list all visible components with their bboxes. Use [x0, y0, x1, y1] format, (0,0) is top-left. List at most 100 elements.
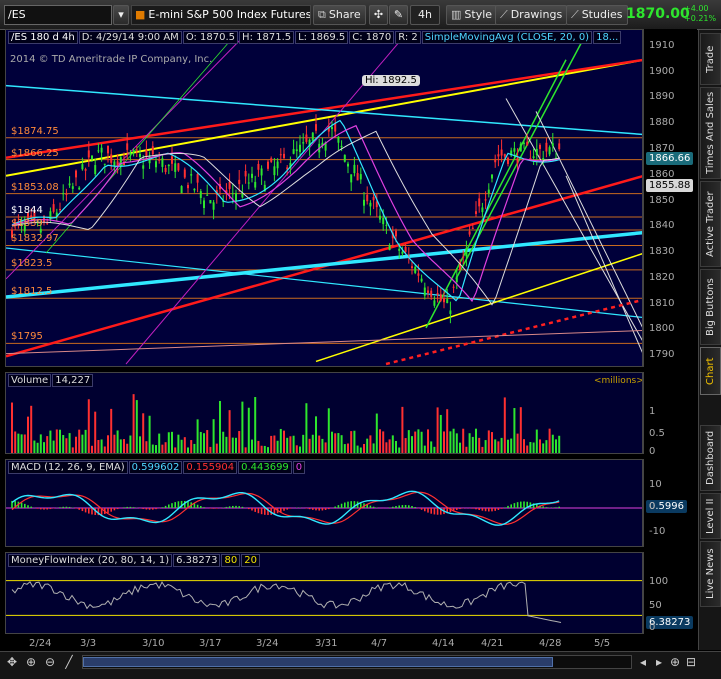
macd-histogram-bar: [376, 507, 378, 508]
scroll-right-icon[interactable]: ▸: [652, 655, 666, 669]
horizontal-scrollbar[interactable]: [82, 655, 632, 669]
volume-bar: [465, 446, 468, 453]
volume-bar: [395, 440, 397, 453]
tab-big-buttons[interactable]: Big Buttons: [700, 269, 721, 345]
drawings-button[interactable]: ⟋ Drawings: [495, 5, 568, 25]
candle-body: [190, 174, 193, 176]
volume-bar: [331, 431, 333, 453]
macd-histogram-bar: [30, 506, 32, 508]
tab-active-trader[interactable]: Active Trader: [700, 181, 721, 267]
tab-dashboard[interactable]: Dashboard: [700, 425, 721, 491]
mfi-pane[interactable]: MoneyFlowIndex (20, 80, 14, 1) 6.38273 80 2…: [5, 552, 643, 634]
macd-histogram-bar: [254, 508, 256, 512]
studies-icon: ⟋: [571, 8, 579, 21]
price-header: /ES 180 d 4h D: 4/29/14 9:00 AM O: 1870.5 H…: [8, 31, 622, 44]
macd-histogram-bar: [264, 508, 266, 515]
settings-wrench-button[interactable]: ✎: [389, 5, 408, 25]
symbol-dropdown-button[interactable]: ▾: [113, 5, 129, 25]
candle-body: [427, 290, 429, 293]
volume-bar: [353, 430, 356, 453]
candle-body: [161, 158, 164, 167]
macd-histogram-bar: [318, 508, 320, 511]
candle-body: [151, 146, 154, 155]
share-button[interactable]: ⧉ Share: [313, 5, 366, 25]
macd-histogram-bar: [523, 501, 525, 508]
candle-body: [539, 144, 541, 149]
volume-bar: [286, 437, 289, 453]
volume-bar: [254, 397, 257, 453]
tab-live-news[interactable]: Live News: [700, 541, 721, 607]
volume-bar: [97, 440, 100, 453]
candle-body: [487, 189, 490, 194]
volume-bar: [23, 434, 26, 453]
volume-bar: [171, 431, 173, 453]
volume-pane[interactable]: Volume 14,227 <millions>: [5, 372, 643, 454]
macd-histogram-bar: [414, 507, 416, 508]
macd-histogram-bar: [369, 505, 372, 508]
trendline: [6, 330, 642, 355]
header-study[interactable]: SimpleMovingAvg (CLOSE, 20, 0): [421, 31, 593, 44]
macd-histogram-bar: [78, 508, 80, 510]
zoom-fit-icon[interactable]: ⊕: [668, 655, 682, 669]
ma-line: [11, 124, 561, 303]
candle-body: [244, 170, 247, 177]
studies-button[interactable]: ⟋ Studies: [566, 5, 628, 25]
macd-histogram-bar: [36, 508, 39, 509]
price-tick-label: 1810: [649, 297, 675, 309]
net-change: +4.00: [684, 4, 709, 13]
volume-value: 14,227: [52, 374, 94, 387]
price-tick-label: 1870: [649, 143, 675, 155]
macd-histogram-bar: [200, 506, 202, 508]
collapse-icon[interactable]: ⊟: [684, 655, 698, 669]
volume-bar: [491, 432, 493, 453]
macd-histogram-bar: [152, 508, 154, 510]
macd-pane[interactable]: MACD (12, 26, 9, EMA) 0.599602 0.155904 0.4…: [5, 459, 643, 547]
volume-bar: [558, 435, 561, 453]
candle-body: [388, 245, 391, 251]
volume-bar: [433, 446, 436, 453]
volume-bar: [366, 438, 369, 453]
candle-body: [273, 166, 276, 176]
scrollbar-thumb[interactable]: [83, 657, 553, 667]
volume-bar: [503, 397, 506, 453]
volume-bar: [46, 436, 49, 453]
macd-histogram-bar: [129, 506, 132, 508]
volume-bar: [119, 439, 122, 453]
tab-level-ii[interactable]: Level II: [700, 493, 721, 539]
style-button[interactable]: ▥ Style: [446, 5, 498, 25]
macd-histogram-bar: [161, 507, 164, 508]
macd-histogram-bar: [395, 506, 397, 508]
macd-histogram-bar: [388, 507, 391, 508]
zoom-in-icon[interactable]: ⊕: [24, 655, 38, 669]
volume-bar: [398, 447, 401, 453]
pan-icon[interactable]: ✥: [5, 655, 19, 669]
tab-times-and-sales[interactable]: Times And Sales: [700, 87, 721, 179]
tab-trade[interactable]: Trade: [700, 33, 721, 85]
zoom-out-icon[interactable]: ⊖: [43, 655, 57, 669]
volume-bar: [235, 437, 237, 453]
candle-body: [231, 193, 234, 195]
macd-histogram-bar: [24, 503, 26, 508]
candle-body: [103, 163, 106, 165]
draw-line-icon[interactable]: ╱: [62, 655, 76, 669]
volume-bar: [385, 442, 388, 453]
tab-chart[interactable]: Chart: [700, 347, 721, 395]
candle-body: [279, 154, 282, 156]
symbol-input[interactable]: /ES: [4, 5, 112, 25]
timeframe-selector[interactable]: 4h: [410, 5, 440, 25]
candle-body: [302, 142, 305, 144]
candle-body: [340, 145, 343, 148]
macd-histogram-bar: [472, 508, 474, 509]
price-pane[interactable]: /ES 180 d 4h D: 4/29/14 9:00 AM O: 1870.5 H…: [5, 29, 643, 367]
crosshair-button[interactable]: ✣: [369, 5, 388, 25]
candle-body: [299, 144, 301, 152]
candle-body: [516, 157, 519, 164]
volume-bar: [500, 437, 503, 453]
macd-histogram-bar: [81, 508, 84, 512]
macd-header: MACD (12, 26, 9, EMA) 0.599602 0.155904 0.4…: [8, 461, 306, 474]
macd-histogram-bar: [193, 503, 196, 508]
volume-bar: [443, 431, 445, 453]
macd-histogram-bar: [43, 508, 45, 510]
scroll-left-icon[interactable]: ◂: [636, 655, 650, 669]
candle-body: [417, 273, 420, 276]
